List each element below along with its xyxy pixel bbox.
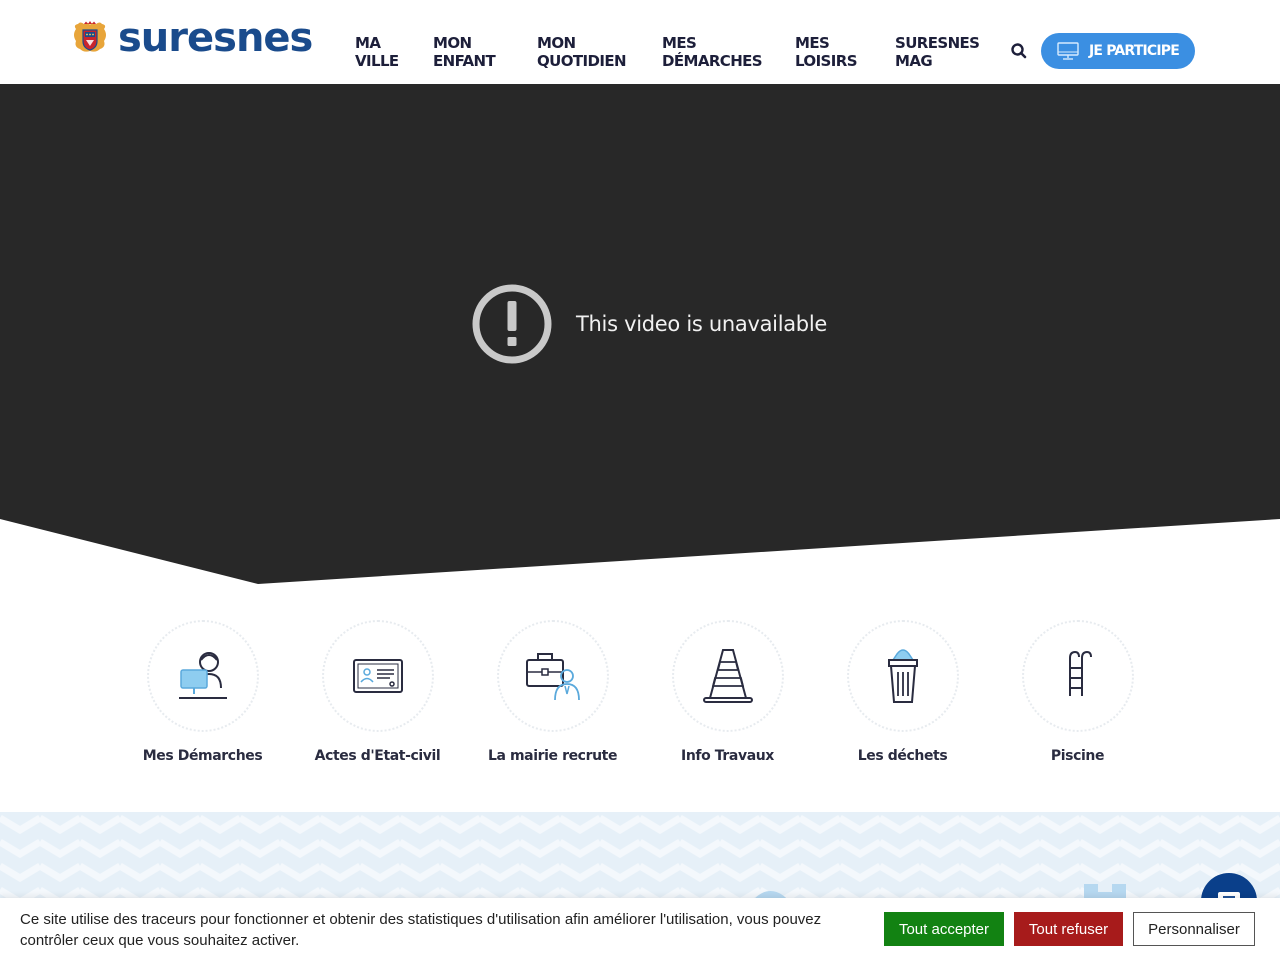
video-unavailable-text: This video is unavailable — [576, 312, 827, 336]
quick-link-label: Info Travaux — [681, 748, 774, 764]
quick-links: Mes Démarches Actes d'Etat-civil La mair… — [0, 620, 1280, 770]
je-participe-button[interactable]: JE PARTICIPE — [1041, 33, 1195, 69]
accept-all-button[interactable]: Tout accepter — [884, 912, 1004, 946]
nav-label-line1: MON — [537, 34, 576, 52]
quick-link-label: Actes d'Etat-civil — [314, 748, 441, 764]
quick-link-label: La mairie recrute — [487, 748, 618, 764]
nav-ma-ville[interactable]: MA VILLE — [355, 34, 433, 70]
nav-mon-enfant[interactable]: MON ENFANT — [433, 34, 537, 70]
quick-link-mes-demarches[interactable]: Mes Démarches — [115, 620, 290, 764]
id-card-icon — [352, 659, 403, 693]
exclamation-circle-icon — [472, 284, 552, 364]
quick-link-label: Mes Démarches — [142, 748, 263, 764]
quick-link-actes-etat-civil[interactable]: Actes d'Etat-civil — [290, 620, 465, 764]
nav-label-line2: ENFANT — [433, 52, 496, 70]
quick-link-label: Les déchets — [857, 748, 948, 764]
quick-link-circle — [671, 620, 784, 732]
traffic-cone-icon — [702, 649, 753, 703]
nav-label-line2: VILLE — [355, 52, 399, 70]
nav-label-line2: QUOTIDIEN — [537, 52, 627, 70]
quick-link-info-travaux[interactable]: Info Travaux — [640, 620, 815, 764]
nav-label-line2: DÉMARCHES — [662, 52, 763, 70]
cookie-banner: Ce site utilise des traceurs pour foncti… — [0, 898, 1280, 960]
coat-of-arms-icon — [74, 21, 106, 52]
nav-mes-loisirs[interactable]: MES LOISIRS — [795, 34, 895, 70]
site-header: suresnes MA VILLE MON ENFANT MON QUOTIDI… — [0, 0, 1280, 84]
monitor-icon — [1057, 42, 1079, 60]
nav-mon-quotidien[interactable]: MON QUOTIDIEN — [537, 34, 662, 70]
quick-link-mairie-recrute[interactable]: La mairie recrute — [465, 620, 640, 764]
nav-label-line1: MON — [433, 34, 472, 52]
main-nav: MA VILLE MON ENFANT MON QUOTIDIEN MES DÉ… — [355, 34, 995, 70]
quick-link-label: Piscine — [1050, 748, 1105, 764]
nav-label-line1: MES — [795, 34, 830, 52]
nav-label-line2: MAG — [895, 52, 933, 70]
refuse-all-button[interactable]: Tout refuser — [1014, 912, 1123, 946]
briefcase-person-icon — [525, 653, 580, 701]
nav-label-line1: MA — [355, 34, 381, 52]
quick-link-les-dechets[interactable]: Les déchets — [815, 620, 990, 764]
search-icon[interactable] — [1010, 42, 1028, 60]
quick-link-piscine[interactable]: Piscine — [990, 620, 1165, 764]
quick-link-circle — [846, 620, 959, 732]
cookie-message: Ce site utilise des traceurs pour foncti… — [20, 911, 822, 949]
quick-link-circle — [321, 620, 434, 732]
quick-link-circle — [496, 620, 609, 732]
trash-bin-icon — [887, 649, 918, 703]
video-unavailable-message: This video is unavailable — [472, 284, 827, 364]
nav-label-line1: MES — [662, 34, 697, 52]
customize-button[interactable]: Personnaliser — [1133, 912, 1255, 946]
nav-label-line2: LOISIRS — [795, 52, 858, 70]
person-computer-icon — [178, 652, 227, 699]
nav-mes-demarches[interactable]: MES DÉMARCHES — [662, 34, 795, 70]
pool-ladder-icon — [1068, 650, 1092, 696]
video-player[interactable]: This video is unavailable — [0, 84, 1280, 584]
je-participe-label: JE PARTICIPE — [1088, 43, 1180, 59]
nav-suresnes-mag[interactable]: SURESNES MAG — [895, 34, 995, 70]
logo-text: suresnes — [118, 15, 313, 61]
quick-link-circle — [1021, 620, 1134, 732]
site-logo[interactable]: suresnes — [70, 15, 313, 61]
nav-label-line1: SURESNES — [895, 34, 980, 52]
quick-link-circle — [146, 620, 259, 732]
